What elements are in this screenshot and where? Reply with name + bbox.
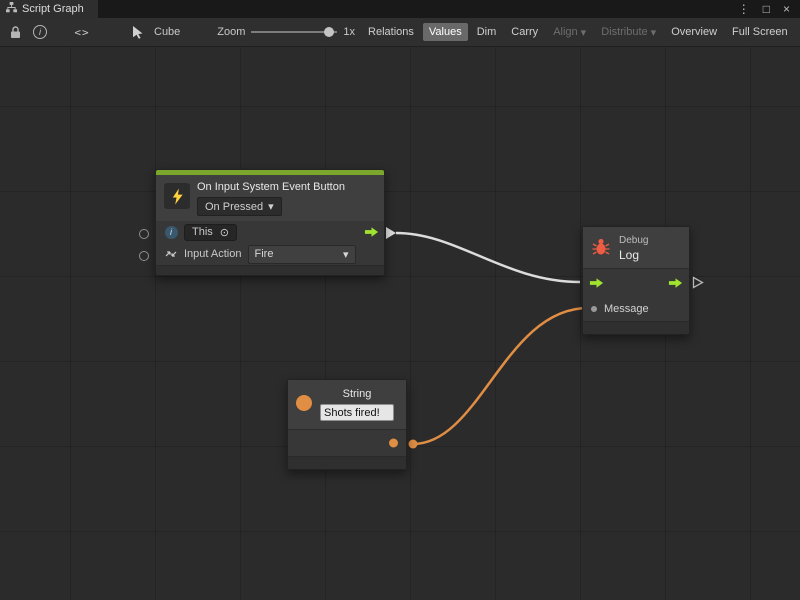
- toolbar-buttons: Relations Values Dim Carry Align▾ Distri…: [362, 23, 796, 42]
- debug-flow-row: [583, 268, 689, 297]
- string-type-icon: [296, 395, 312, 411]
- string-wire-endpoint: [409, 440, 418, 449]
- input-action-icon: [164, 248, 178, 260]
- string-node-header: String: [288, 380, 406, 429]
- this-target-field[interactable]: This ⊙: [184, 224, 237, 241]
- tab-script-graph[interactable]: Script Graph: [0, 0, 98, 18]
- control-output-port[interactable]: [668, 277, 683, 289]
- zoom-control: Zoom 1x: [217, 26, 355, 38]
- menu-icon[interactable]: ⋮: [738, 3, 750, 15]
- relations-button[interactable]: Relations: [362, 23, 420, 41]
- bug-icon: [591, 237, 611, 260]
- string-output-row: [288, 429, 406, 456]
- node-string-literal[interactable]: String: [287, 379, 407, 470]
- chevron-down-icon: ▾: [651, 26, 657, 39]
- script-graph-window: Script Graph ⋮ □ × i <> Cube Zoom 1x: [0, 0, 800, 600]
- debug-node-category: Debug: [619, 235, 648, 246]
- debug-node-title: Log: [619, 248, 648, 262]
- string-value-wire: [413, 308, 588, 444]
- input-action-dropdown[interactable]: Fire ▾: [248, 245, 356, 264]
- lightning-icon: [164, 183, 190, 209]
- maximize-icon[interactable]: □: [763, 3, 770, 15]
- tab-label: Script Graph: [22, 3, 84, 15]
- this-value-input-port[interactable]: [139, 229, 149, 239]
- info-icon[interactable]: i: [31, 22, 49, 42]
- overview-button[interactable]: Overview: [665, 23, 723, 41]
- fullscreen-button[interactable]: Full Screen: [726, 23, 794, 41]
- string-node-title: String: [343, 388, 372, 400]
- event-node-header: On Input System Event Button On Pressed …: [156, 175, 384, 221]
- input-action-value-input-port[interactable]: [139, 251, 149, 261]
- graph-target-label[interactable]: Cube: [154, 26, 180, 38]
- graph-toolbar: i <> Cube Zoom 1x Relations Values Dim C…: [0, 18, 800, 47]
- titlebar: Script Graph ⋮ □ ×: [0, 0, 800, 18]
- zoom-value: 1x: [343, 26, 355, 38]
- input-action-port-row: Input Action Fire ▾: [156, 243, 384, 265]
- debug-node-header: Debug Log: [583, 227, 689, 268]
- zoom-label: Zoom: [217, 26, 245, 38]
- graph-icon: [6, 2, 17, 16]
- gameobject-icon: i: [164, 226, 178, 239]
- input-action-label: Input Action: [184, 248, 242, 260]
- flow-continue-icon: [692, 276, 704, 289]
- chevron-down-icon: ▾: [268, 200, 274, 213]
- string-value-input[interactable]: [320, 404, 394, 421]
- carry-button[interactable]: Carry: [505, 23, 544, 41]
- this-port-row: i This ⊙: [156, 221, 384, 243]
- window-controls: ⋮ □ ×: [738, 0, 800, 18]
- message-port-row: Message: [583, 297, 689, 321]
- chevron-down-icon: ▾: [581, 26, 587, 39]
- lock-icon[interactable]: [6, 22, 24, 42]
- flow-wire: [396, 233, 580, 282]
- graph-canvas[interactable]: On Input System Event Button On Pressed …: [0, 47, 800, 600]
- node-on-input-system-event-button[interactable]: On Input System Event Button On Pressed …: [155, 169, 385, 276]
- string-output-port[interactable]: [389, 439, 398, 448]
- align-button[interactable]: Align▾: [547, 23, 592, 42]
- values-button[interactable]: Values: [423, 23, 468, 41]
- control-output-port[interactable]: [364, 226, 379, 238]
- message-input-port[interactable]: [591, 306, 597, 312]
- close-icon[interactable]: ×: [783, 3, 790, 15]
- control-input-port[interactable]: [589, 277, 604, 289]
- debug-node-footer: [583, 321, 689, 334]
- event-state-dropdown[interactable]: On Pressed ▾: [197, 197, 282, 216]
- chevron-down-icon: ▾: [343, 248, 349, 261]
- dim-button[interactable]: Dim: [471, 23, 503, 41]
- message-label: Message: [604, 303, 649, 315]
- zoom-slider-handle[interactable]: [324, 27, 334, 37]
- zoom-slider[interactable]: [251, 31, 337, 33]
- flow-wire-start-arrow: [386, 227, 396, 239]
- target-picker-icon[interactable]: ⊙: [220, 226, 229, 239]
- code-icon[interactable]: <>: [73, 22, 91, 42]
- cursor-icon: [129, 22, 147, 42]
- event-node-footer: [156, 265, 384, 275]
- event-node-title: On Input System Event Button: [197, 181, 345, 193]
- string-node-footer: [288, 456, 406, 469]
- node-debug-log[interactable]: Debug Log Message: [582, 226, 690, 335]
- distribute-button[interactable]: Distribute▾: [595, 23, 662, 42]
